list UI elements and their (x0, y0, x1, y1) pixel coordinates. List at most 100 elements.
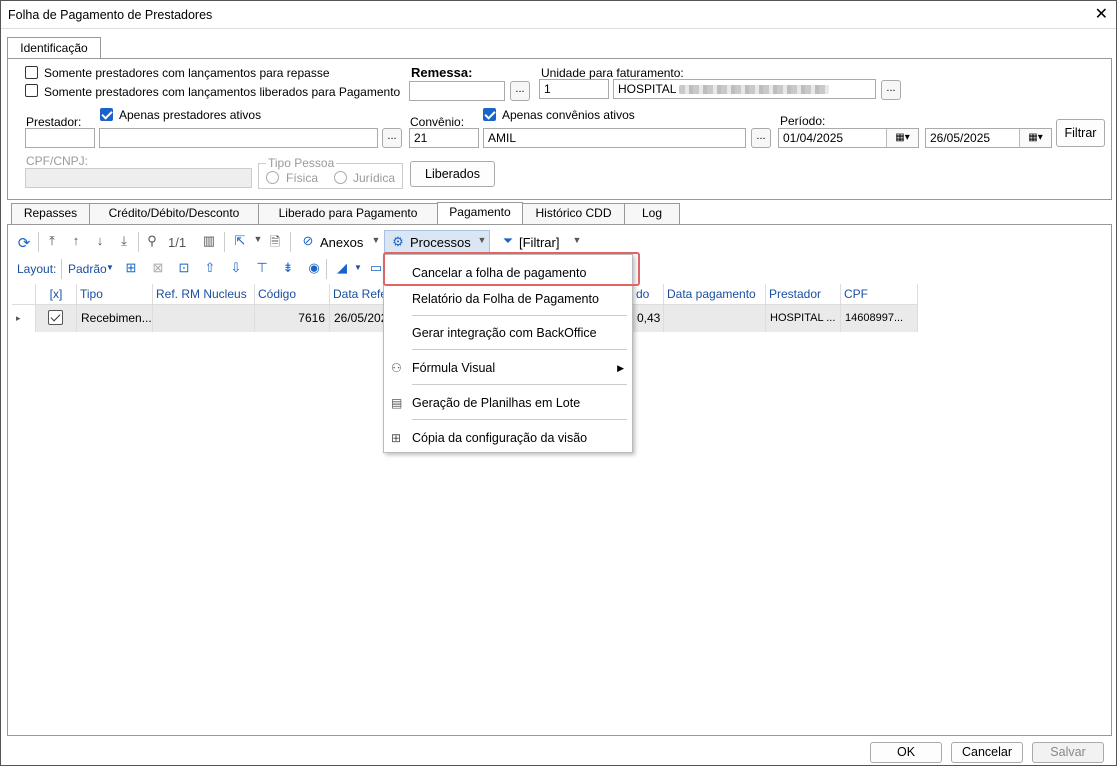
close-icon[interactable]: ✕ (1095, 4, 1108, 24)
tab-identificacao[interactable]: Identificação (7, 37, 101, 59)
menu-item-formula-visual[interactable]: ⚇ Fórmula Visual ▶ (384, 356, 632, 380)
liberados-button[interactable]: Liberados (410, 161, 495, 187)
previous-record-icon[interactable]: ↑ (68, 233, 84, 248)
processos-label: Processos (410, 235, 471, 250)
columns-icon[interactable]: ▥ (201, 233, 217, 249)
pin-icon[interactable]: ⇟ (280, 260, 296, 276)
main-window: Folha de Pagamento de Prestadores ✕ Iden… (0, 0, 1117, 766)
search-icon[interactable]: ⚲ (144, 233, 160, 249)
remessa-lookup-button[interactable]: ... (510, 81, 530, 101)
paperclip-icon[interactable]: ⊘ (300, 233, 316, 249)
document-icon[interactable]: 🗎 (267, 233, 283, 255)
checkbox-apenas-convenios[interactable] (483, 107, 496, 122)
checkbox-apenas-prestadores-box[interactable] (100, 108, 113, 122)
anexos-button[interactable]: Anexos (320, 235, 363, 250)
menu-separator (412, 419, 627, 420)
convenio-name-field[interactable]: AMIL (483, 128, 746, 148)
filtrar-dropdown[interactable]: [Filtrar] (519, 235, 559, 250)
column-ref-rm[interactable]: Ref. RM Nucleus (153, 284, 255, 305)
menu-item-copia-configuracao[interactable]: ⊞ Cópia da configuração da visão (384, 426, 632, 450)
add-layout-icon[interactable]: ⊞ (123, 260, 139, 276)
panel-icon[interactable]: ▭ (368, 260, 384, 276)
tab-historico-cdd[interactable]: Histórico CDD (522, 203, 625, 224)
checkbox-repasse[interactable] (25, 65, 38, 80)
row-checkbox[interactable] (36, 305, 77, 332)
convenio-code-field[interactable]: 21 (409, 128, 479, 148)
row-checkbox-box[interactable] (48, 310, 63, 326)
radio-juridica-label: Jurídica (353, 171, 396, 185)
column-tipo[interactable]: Tipo (77, 284, 153, 305)
radio-fisica[interactable] (266, 170, 279, 185)
checkbox-repasse-box[interactable] (25, 66, 38, 80)
tab-repasses[interactable]: Repasses (11, 203, 90, 224)
download-icon[interactable]: ⇩ (228, 260, 244, 276)
checkbox-apenas-prestadores[interactable] (100, 107, 113, 122)
menu-separator (412, 315, 627, 316)
prestador-label: Prestador: (26, 115, 82, 129)
gear-icon[interactable]: ⚙ (390, 234, 406, 250)
unidade-code-field[interactable]: 1 (539, 79, 609, 99)
remessa-field[interactable] (409, 81, 505, 101)
unidade-lookup-button[interactable]: ... (881, 80, 901, 100)
delete-layout-icon[interactable]: ⊠ (150, 260, 166, 276)
checkbox-apenas-convenios-box[interactable] (483, 108, 496, 122)
save-button[interactable]: Salvar (1032, 742, 1104, 763)
cpf-field[interactable] (25, 168, 252, 188)
chevron-down-icon[interactable]: ▼ (102, 263, 118, 272)
column-cpf[interactable]: CPF (841, 284, 918, 305)
remessa-label: Remessa: (411, 65, 473, 80)
tab-pagamento[interactable]: Pagamento (437, 202, 523, 225)
radio-juridica[interactable] (334, 170, 347, 185)
column-codigo[interactable]: Código (255, 284, 330, 305)
column-valor[interactable]: do (633, 284, 664, 305)
row-expand-icon[interactable]: ▸ (12, 305, 36, 332)
tab-liberado-pagamento[interactable]: Liberado para Pagamento (258, 203, 438, 224)
funnel-icon[interactable]: ⏷ (500, 233, 516, 249)
calendar-icon[interactable]: ▦▾ (1019, 129, 1051, 147)
layout-select[interactable]: Padrão (68, 262, 107, 276)
chevron-down-icon[interactable]: ▼ (569, 235, 585, 245)
filtrar-button[interactable]: Filtrar (1056, 119, 1105, 147)
chevron-down-icon[interactable]: ▼ (350, 263, 366, 272)
ok-label: OK (896, 745, 916, 759)
upload-icon[interactable]: ⇧ (202, 260, 218, 276)
save-layout-icon[interactable]: ⊡ (176, 260, 192, 276)
calendar-icon[interactable]: ▦▾ (886, 129, 918, 147)
chevron-down-icon[interactable]: ▼ (250, 234, 266, 244)
prestador-name-field[interactable] (99, 128, 378, 148)
ok-button[interactable]: OK (870, 742, 942, 763)
menu-item-planilhas-lote[interactable]: ▤ Geração de Planilhas em Lote (384, 391, 632, 415)
last-record-icon[interactable]: ⤓ (116, 233, 132, 249)
radio-juridica-circle[interactable] (334, 171, 347, 185)
export-icon[interactable]: ⇱ (232, 233, 248, 249)
menu-item-integracao-backoffice[interactable]: Gerar integração com BackOffice (384, 321, 632, 345)
palette-icon[interactable]: ◉ (306, 260, 322, 276)
column-data-pagamento[interactable]: Data pagamento (664, 284, 766, 305)
toolbar-divider (61, 259, 62, 279)
first-record-icon[interactable]: ⤒ (44, 233, 60, 249)
unidade-name-field[interactable]: HOSPITAL (613, 79, 876, 99)
cell-prestador: HOSPITAL ... (766, 305, 841, 332)
chevron-down-icon[interactable]: ▼ (368, 235, 384, 245)
chevron-down-icon[interactable]: ▼ (474, 235, 490, 245)
refresh-icon[interactable]: ⟳ (16, 234, 32, 252)
grid-copy-icon: ⊞ (391, 431, 402, 445)
prestador-code-field[interactable] (25, 128, 95, 148)
cancel-button[interactable]: Cancelar (951, 742, 1023, 763)
tab-log[interactable]: Log (624, 203, 680, 224)
cell-tipo: Recebimen... (77, 305, 153, 332)
periodo-label: Período: (780, 114, 826, 128)
cell-data-pagamento (664, 305, 766, 332)
column-select[interactable]: [x] (36, 284, 77, 305)
tab-credito-debito[interactable]: Crédito/Débito/Desconto (89, 203, 259, 224)
prestador-lookup-button[interactable]: ... (382, 128, 402, 148)
next-record-icon[interactable]: ↓ (92, 233, 108, 248)
checkbox-liberados[interactable] (25, 83, 38, 98)
column-prestador[interactable]: Prestador (766, 284, 841, 305)
paint-roller-icon[interactable]: ⊤ (254, 260, 270, 276)
chart-icon[interactable]: ◢ (334, 260, 350, 276)
convenio-lookup-button[interactable]: ... (751, 128, 771, 148)
radio-fisica-circle[interactable] (266, 171, 279, 185)
menu-item-relatorio[interactable]: Relatório da Folha de Pagamento (384, 287, 632, 311)
checkbox-liberados-box[interactable] (25, 84, 38, 98)
